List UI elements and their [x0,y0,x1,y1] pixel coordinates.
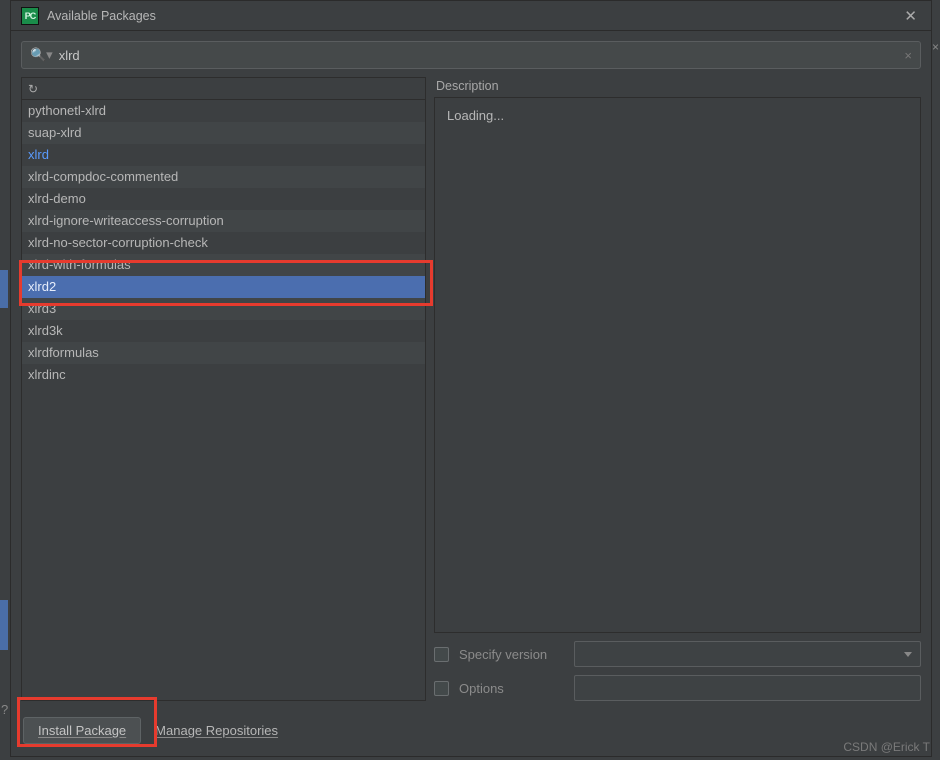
description-box: Loading... [434,97,921,633]
description-panel: Description Loading... Specify version O… [434,77,921,701]
version-select[interactable] [574,641,921,667]
options-input[interactable] [574,675,921,701]
toolbar: ↻ [22,78,425,100]
refresh-icon[interactable]: ↻ [28,82,38,96]
watermark: CSDN @Erick T [843,740,930,754]
options-label: Options [459,681,564,696]
search-row: 🔍▾ × [11,31,931,77]
available-packages-dialog: PC Available Packages ✕ 🔍▾ × ↻ pythonetl… [10,0,932,757]
options-checkbox[interactable] [434,681,449,696]
package-list[interactable]: pythonetl-xlrdsuap-xlrdxlrdxlrd-compdoc-… [22,100,425,700]
package-item[interactable]: xlrd3 [22,298,425,320]
close-button[interactable]: ✕ [900,5,921,27]
specify-version-row: Specify version [434,641,921,667]
search-input[interactable] [59,48,905,63]
package-item[interactable]: xlrd-ignore-writeaccess-corruption [22,210,425,232]
help-icon[interactable]: ? [1,702,8,717]
dialog-body: ↻ pythonetl-xlrdsuap-xlrdxlrdxlrd-compdo… [11,77,931,707]
package-item[interactable]: pythonetl-xlrd [22,100,425,122]
package-item[interactable]: xlrd-compdoc-commented [22,166,425,188]
specify-version-label: Specify version [459,647,564,662]
package-item[interactable]: xlrdformulas [22,342,425,364]
titlebar: PC Available Packages ✕ [11,1,931,31]
manage-repositories-link[interactable]: Manage Repositories [155,723,278,738]
description-body: Loading... [447,108,908,123]
footer: Install Package Manage Repositories [11,707,931,756]
package-item[interactable]: xlrd-with-formulas [22,254,425,276]
search-box[interactable]: 🔍▾ × [21,41,921,69]
options-row: Options [434,675,921,701]
pycharm-icon: PC [21,7,39,25]
close-icon[interactable]: × [932,40,939,54]
package-item[interactable]: xlrdinc [22,364,425,386]
package-item[interactable]: xlrd-no-sector-corruption-check [22,232,425,254]
description-label: Description [434,77,921,97]
background-gutter-left: ? [0,0,10,760]
package-item[interactable]: suap-xlrd [22,122,425,144]
install-package-button[interactable]: Install Package [23,717,141,744]
package-item[interactable]: xlrd2 [22,276,425,298]
clear-search-icon[interactable]: × [904,48,912,63]
search-icon: 🔍▾ [30,47,53,63]
background-gutter-right: × [932,0,940,760]
dialog-title: Available Packages [47,9,900,23]
package-list-panel: ↻ pythonetl-xlrdsuap-xlrdxlrdxlrd-compdo… [21,77,426,701]
package-item[interactable]: xlrd3k [22,320,425,342]
package-item[interactable]: xlrd-demo [22,188,425,210]
package-item[interactable]: xlrd [22,144,425,166]
specify-version-checkbox[interactable] [434,647,449,662]
